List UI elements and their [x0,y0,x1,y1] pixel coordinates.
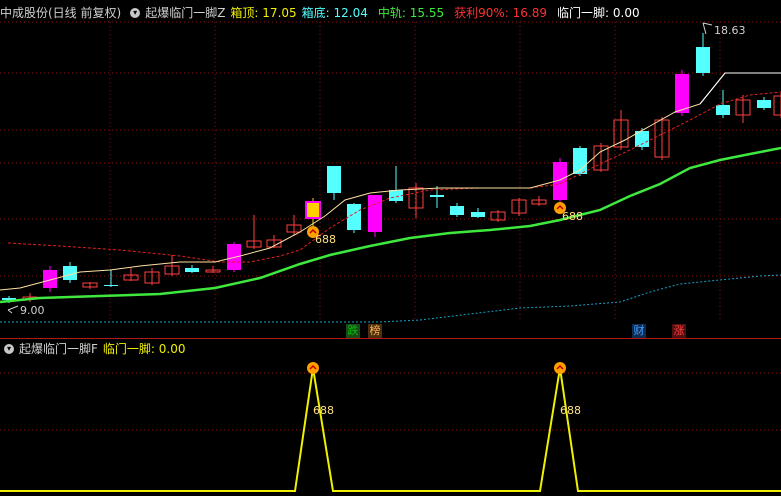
candle-body-16 [327,166,341,193]
signal-label-1: 688 [315,233,336,246]
candle-body-37 [757,100,771,108]
low-price-label: 9.00 [20,304,45,317]
candle-body-22 [450,206,464,215]
candle-body-34 [696,47,710,73]
sub-signal-label-2: 688 [560,404,581,417]
candle-body-33 [675,74,689,113]
sub-signal-marker-2-bg [554,362,566,374]
low-arrow-icon [7,305,19,314]
cyan-support-line [0,274,781,323]
tag-bang[interactable]: 榜 [368,324,382,338]
high-arrow-icon [702,22,713,35]
sub-signal-label-1: 688 [313,404,334,417]
box-top-line [699,72,781,105]
candle-body-9 [185,268,199,272]
candle-body-17 [347,204,361,230]
tag-cai[interactable]: 财 [632,324,646,338]
candle-body-21 [430,195,444,197]
tag-zhang[interactable]: 涨 [672,324,686,338]
candle-body-35 [716,105,730,115]
tag-die[interactable]: 跌 [346,324,360,338]
green-ma-line [0,146,781,304]
high-price-label: 18.63 [714,24,746,37]
candle-body-15 [305,201,321,219]
sub-signal-line [0,367,781,492]
candle-body-38 [773,95,781,116]
signal-label-2: 688 [562,210,583,223]
kline-chart[interactable]: 688 688 18.63 9.00 688 688 [0,0,781,496]
candle-body-5 [104,285,118,286]
candle-body-18 [368,195,382,232]
candle-body-23 [471,212,485,217]
sub-signal-marker-1-bg [307,362,319,374]
